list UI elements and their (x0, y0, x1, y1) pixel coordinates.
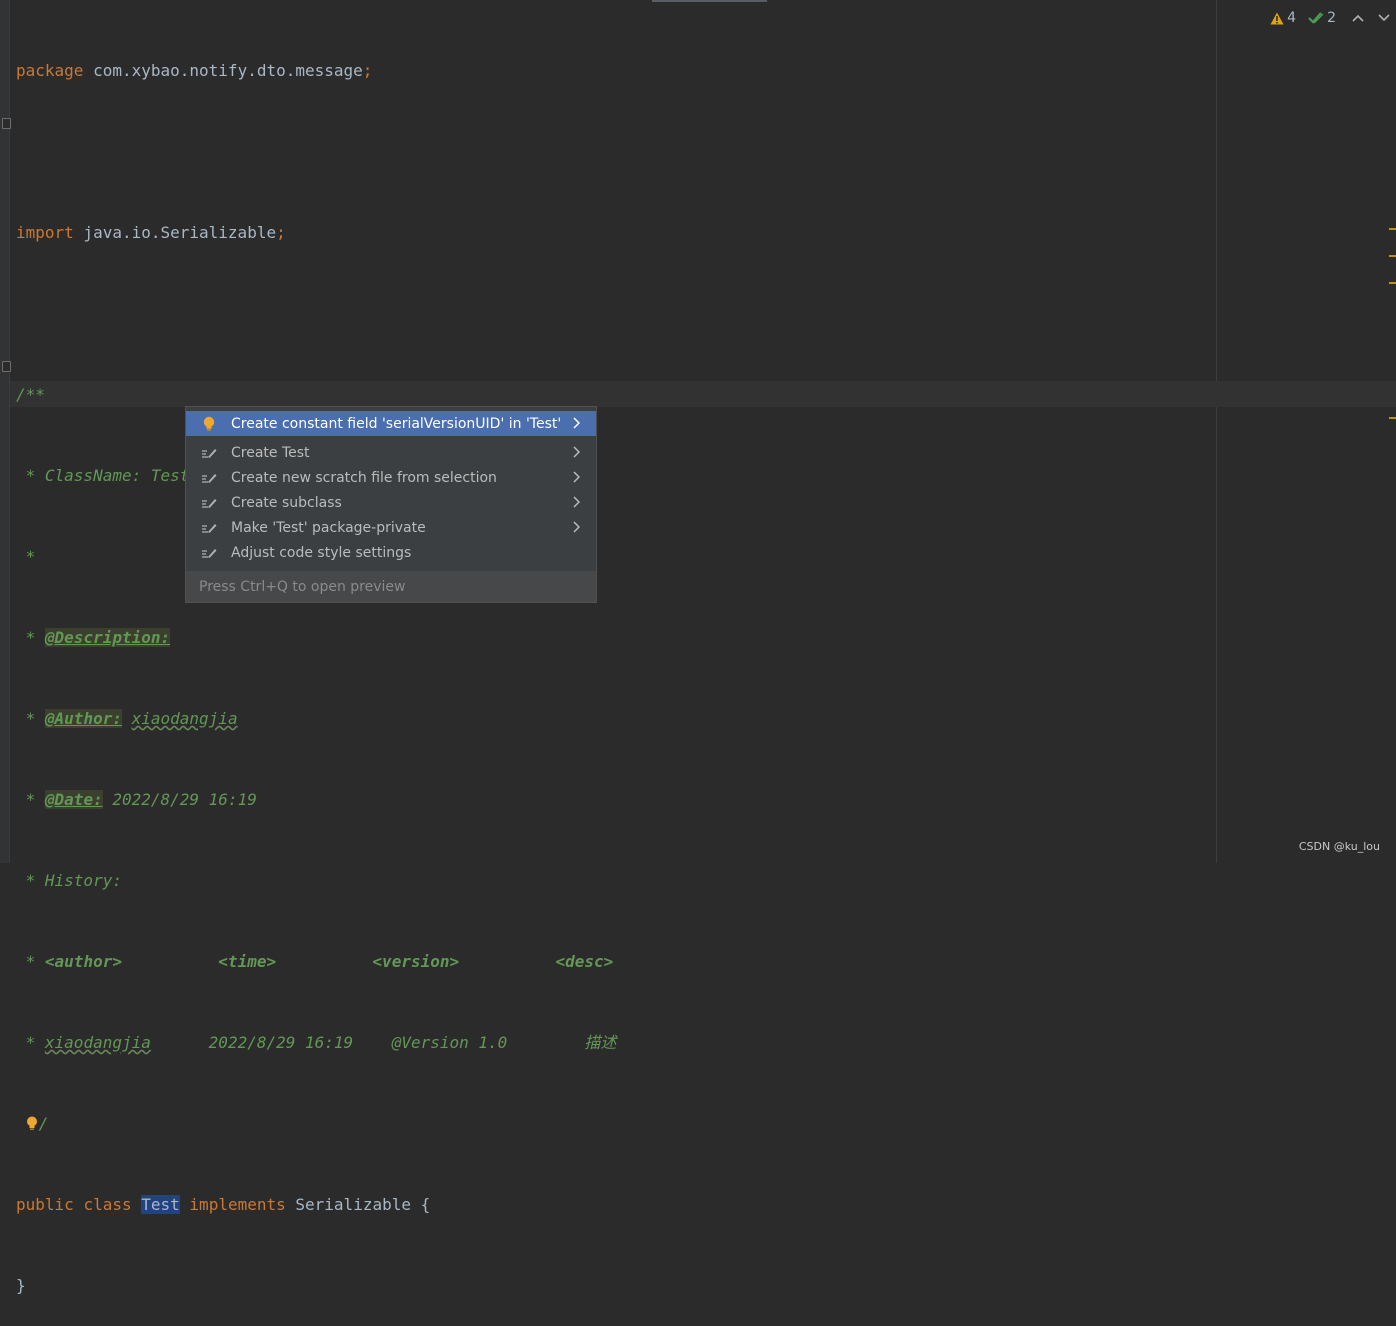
code-line: * xiaodangjia 2022/8/29 16:19 @Version 1… (16, 1033, 617, 1052)
edit-icon (201, 445, 217, 461)
javadoc-tag: @Author: (44, 709, 122, 728)
javadoc-tag: @Description: (44, 628, 171, 647)
warning-stripe-marker[interactable] (1389, 255, 1396, 257)
popup-item-label: Make 'Test' package-private (231, 519, 426, 536)
double-check-icon (1308, 12, 1324, 24)
selected-class-name[interactable]: Test (141, 1195, 180, 1214)
popup-item-create-test[interactable]: Create Test (186, 440, 596, 465)
code-line: package com.xybao.notify.dto.message; (16, 61, 373, 80)
editor-gutter[interactable] (0, 0, 10, 863)
popup-item-adjust-code-style[interactable]: Adjust code style settings (186, 540, 596, 565)
chevron-right-icon (573, 446, 580, 458)
javadoc-tag: @Date: (44, 790, 103, 809)
edit-icon (201, 470, 217, 486)
warning-icon (1270, 12, 1284, 24)
edit-icon (201, 545, 217, 561)
fold-toggle-icon[interactable] (2, 361, 11, 372)
warnings-indicator[interactable]: 4 (1270, 10, 1296, 26)
code-editor[interactable]: package com.xybao.notify.dto.message; im… (16, 3, 616, 1326)
chevron-right-icon (573, 496, 580, 508)
chevron-right-icon (573, 521, 580, 533)
code-line: * @Description: (16, 628, 171, 647)
popup-item-label: Create new scratch file from selection (231, 469, 497, 486)
code-line: } (16, 1276, 26, 1295)
popup-item-label: Create constant field 'serialVersionUID'… (231, 415, 562, 432)
popup-item-package-private[interactable]: Make 'Test' package-private (186, 515, 596, 540)
popup-item-create-subclass[interactable]: Create subclass (186, 490, 596, 515)
code-line: * @Author: xiaodangjia (16, 709, 238, 728)
scroll-indicator (652, 0, 767, 2)
code-line: * @Date: 2022/8/29 16:19 (16, 790, 257, 809)
chevron-right-icon (573, 471, 580, 483)
edit-icon (201, 495, 217, 511)
popup-footer-hint: Press Ctrl+Q to open preview (186, 571, 596, 602)
popup-item-label: Create subclass (231, 494, 342, 511)
popup-item-label: Create Test (231, 444, 310, 461)
code-line: import java.io.Serializable; (16, 223, 286, 242)
typo-underlined-word: xiaodangjia (131, 709, 238, 728)
popup-item-create-serialversionuid[interactable]: Create constant field 'serialVersionUID'… (186, 411, 596, 436)
fold-toggle-icon[interactable] (2, 118, 11, 129)
popup-item-scratch-file[interactable]: Create new scratch file from selection (186, 465, 596, 490)
code-line: public class Test implements Serializabl… (16, 1195, 431, 1214)
warning-stripe-marker[interactable] (1389, 282, 1396, 284)
inspection-widget[interactable]: 4 2 (1270, 10, 1390, 26)
weak-warnings-indicator[interactable]: 2 (1308, 10, 1336, 26)
chevron-right-icon (573, 417, 580, 429)
lightbulb-icon (201, 416, 217, 432)
lightbulb-icon[interactable] (26, 1116, 38, 1131)
popup-item-label: Adjust code style settings (231, 544, 412, 561)
code-line: * History: (16, 871, 122, 890)
code-line: / (16, 1110, 616, 1137)
edit-icon (201, 520, 217, 536)
right-margin-guide (1216, 0, 1217, 863)
intention-actions-popup[interactable]: Create constant field 'serialVersionUID'… (185, 406, 597, 603)
warning-stripe-marker[interactable] (1389, 228, 1396, 230)
warning-stripe-marker[interactable] (1389, 417, 1396, 419)
chevron-up-icon[interactable] (1352, 13, 1364, 23)
watermark: CSDN @ku_lou (1298, 840, 1380, 853)
code-line: * <author> <time> <version> <desc> (16, 952, 614, 971)
code-line: /** (16, 385, 45, 404)
chevron-down-icon[interactable] (1378, 13, 1390, 23)
